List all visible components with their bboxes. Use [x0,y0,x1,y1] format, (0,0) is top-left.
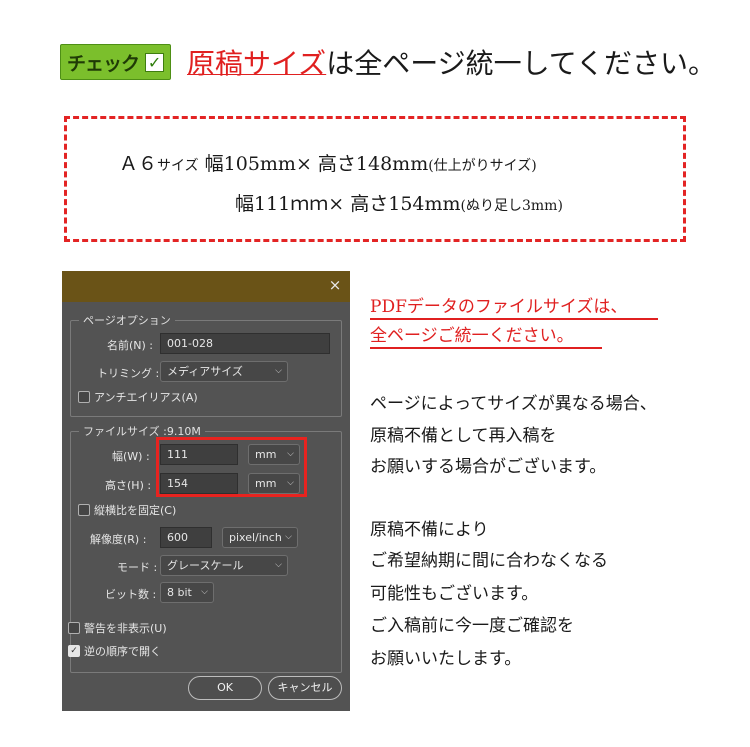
size-info-box: Ａ６サイズ 幅105mm× 高さ148mm(仕上がりサイズ) 幅111ｍｍ× 高… [64,116,686,242]
paragraph2-line5: お願いいたします。 [370,649,522,669]
suppress-warnings-checkbox[interactable] [68,622,80,634]
chevron-down-icon: ⌵ [285,532,292,542]
resolution-unit-value: pixel/inch [229,531,282,544]
cancel-button[interactable]: キャンセル [268,676,342,700]
title-highlight: 原稿サイズ [187,47,327,80]
title-rest: は全ページ統一してください。 [326,47,716,80]
close-icon[interactable]: × [326,276,344,294]
constrain-label: 縦横比を固定(C) [94,504,177,517]
size-line-trim: Ａ６サイズ 幅105mm× 高さ148mm(仕上がりサイズ) [119,149,537,176]
resolution-unit-select[interactable]: pixel/inch ⌵ [222,527,298,548]
bitdepth-value: 8 bit [167,586,192,599]
bitdepth-select[interactable]: 8 bit ⌵ [160,582,214,603]
antialias-checkbox[interactable] [78,391,90,403]
paragraph2-line3: 可能性もございます。 [370,584,539,604]
paragraph2-line1: 原稿不備により [370,520,489,540]
width-label: 幅(W) : [112,450,150,463]
trim-note: (仕上がりサイズ) [428,158,537,174]
resolution-field[interactable]: 600 [160,527,212,548]
reverse-order-label: 逆の順序で開く [84,645,161,658]
paragraph1-line2: 原稿不備として再入稿を [370,426,557,446]
height-label: 高さ(H) : [105,479,152,492]
suppress-warnings-label: 警告を非表示(U) [84,622,167,635]
dialog-titlebar: × [62,271,350,302]
page-title: 原稿サイズは全ページ統一してください。 [187,42,716,82]
checkmark-icon: ✓ [145,52,165,72]
trimming-value: メディアサイズ [167,365,243,378]
name-label: 名前(N) : [107,339,154,352]
red-note-line-1: PDFデータのファイルサイズは、 [370,297,628,317]
constrain-checkbox[interactable] [78,504,90,516]
antialias-label: アンチエイリアス(A) [94,391,198,404]
name-field[interactable]: 001-028 [160,333,330,354]
mode-value: グレースケール [167,559,244,572]
chevron-down-icon: ⌵ [275,560,282,570]
ok-button[interactable]: OK [188,676,262,700]
size-format: Ａ６ [119,153,158,175]
size-line-bleed: 幅111ｍｍ× 高さ154mm(ぬり足し3mm) [235,189,563,216]
bleed-note: (ぬり足し3mm) [460,198,563,214]
red-underline-2 [370,347,602,349]
trimming-select[interactable]: メディアサイズ ⌵ [160,361,288,382]
bitdepth-label: ビット数 : [105,588,157,601]
size-format-suffix: サイズ [157,158,199,174]
paragraph1-line1: ページによってサイズが異なる場合、 [370,394,657,414]
paragraph2-line2: ご希望納期に間に合わなくなる [370,551,608,571]
resolution-label: 解像度(R) : [90,533,147,546]
header: チェック ✓ 原稿サイズは全ページ統一してください。 [60,42,716,82]
check-badge: チェック ✓ [60,44,172,80]
highlight-frame [156,437,307,497]
trimming-label: トリミング : [97,367,160,380]
paragraph1-line3: お願いする場合がございます。 [370,457,607,477]
check-badge-text: チェック [67,52,140,75]
chevron-down-icon: ⌵ [275,366,282,376]
mode-select[interactable]: グレースケール ⌵ [160,555,288,576]
red-underline-1 [370,318,658,320]
chevron-down-icon: ⌵ [201,587,208,597]
page-options-legend: ページオプション [79,312,175,328]
red-note-line-2: 全ページご統一ください。 [370,326,574,346]
bleed-dimensions: 幅111ｍｍ× 高さ154mm [235,193,461,215]
import-pdf-dialog: × ページオプション 名前(N) : 001-028 トリミング : メディアサ… [62,271,350,711]
mode-label: モード : [117,561,158,574]
reverse-order-checkbox[interactable]: ✓ [68,645,80,657]
paragraph2-line4: ご入稿前に今一度ご確認を [370,616,574,636]
trim-dimensions: 幅105mm× 高さ148mm [198,153,429,175]
